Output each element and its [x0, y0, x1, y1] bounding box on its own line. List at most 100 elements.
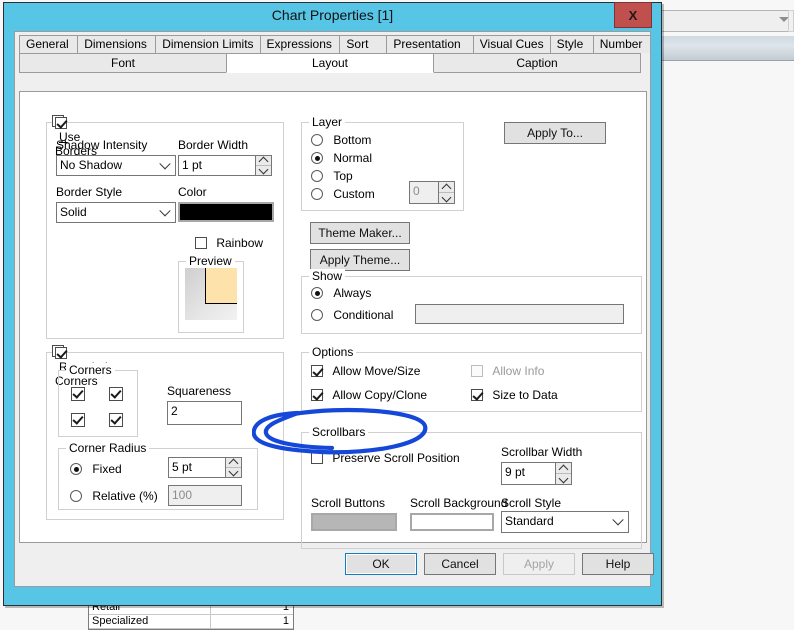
always-radio[interactable]	[311, 287, 323, 299]
border-style-select[interactable]: Solid	[56, 202, 176, 223]
preview-caption: Preview	[186, 254, 235, 268]
theme-maker-button[interactable]: Theme Maker...	[310, 222, 410, 244]
shadow-intensity-value: No Shadow	[60, 158, 123, 172]
show-caption: Show	[309, 269, 346, 283]
rounded-corners-checkbox[interactable]	[55, 347, 67, 359]
tab-presentation[interactable]: Presentation	[386, 35, 474, 53]
shadow-intensity-label: Shadow Intensity	[56, 138, 148, 152]
tab-caption[interactable]: Caption	[433, 53, 641, 73]
tab-visual-cues[interactable]: Visual Cues	[472, 35, 551, 53]
corner-radius-relative-option[interactable]: Relative (%)	[70, 489, 158, 503]
corner-checkbox-top-left[interactable]	[71, 387, 85, 401]
scrollbar-width-stepper[interactable]	[556, 462, 572, 485]
custom-layer-stepper[interactable]	[439, 181, 455, 204]
chevron-down-icon	[159, 204, 171, 216]
chevron-down-icon	[159, 157, 171, 169]
dialog-title: Chart Properties [1]	[271, 7, 394, 23]
border-width-input[interactable]: 1 pt	[178, 155, 256, 176]
stepper-down-icon[interactable]	[256, 164, 271, 175]
layer-option-top[interactable]: Top	[311, 169, 353, 183]
tab-dimensions[interactable]: Dimensions	[77, 35, 157, 53]
top-radio[interactable]	[311, 170, 323, 182]
tab-sort[interactable]: Sort	[339, 35, 388, 53]
table-row: Specialized 1	[89, 615, 293, 629]
allow-copy-clone-checkbox[interactable]	[311, 389, 323, 401]
relative-radius-input[interactable]: 100	[168, 485, 242, 506]
size-to-data-checkbox[interactable]	[471, 389, 483, 401]
corner-checkbox-bottom-left[interactable]	[71, 413, 85, 427]
table-cell-name: Specialized	[89, 615, 211, 628]
custom-layer-input[interactable]: 0	[409, 181, 439, 204]
stepper-down-icon[interactable]	[556, 473, 571, 484]
use-borders-caption: Use Borders	[52, 115, 97, 158]
relative-radio[interactable]	[70, 490, 82, 502]
squareness-label: Squareness	[167, 384, 232, 398]
fixed-radius-stepper[interactable]	[226, 457, 242, 478]
rainbow-label: Rainbow	[195, 236, 263, 250]
scroll-buttons-swatch[interactable]	[311, 513, 397, 531]
scroll-style-value: Standard	[505, 514, 554, 528]
fixed-radius-input[interactable]: 5 pt	[168, 457, 226, 478]
background-scrollbar[interactable]	[788, 10, 794, 32]
stepper-down-icon[interactable]	[226, 466, 241, 477]
allow-copy-clone-option[interactable]: Allow Copy/Clone	[311, 388, 427, 402]
scroll-background-label: Scroll Background	[410, 496, 508, 510]
tab-general[interactable]: General	[19, 35, 79, 53]
bottom-radio[interactable]	[311, 134, 323, 146]
close-button[interactable]: X	[614, 2, 652, 28]
tab-dimension-limits[interactable]: Dimension Limits	[155, 35, 261, 53]
apply-button: Apply	[503, 553, 575, 575]
use-borders-checkbox[interactable]	[55, 117, 67, 129]
preserve-scroll-position-option[interactable]: Preserve Scroll Position	[311, 451, 460, 465]
scrollbars-group: Scrollbars Preserve Scroll Position Scro…	[301, 425, 642, 549]
apply-to-button[interactable]: Apply To...	[504, 122, 606, 144]
conditional-radio[interactable]	[311, 309, 323, 321]
dialog-client-area: General Dimensions Dimension Limits Expr…	[14, 31, 654, 587]
rainbow-checkbox[interactable]	[195, 237, 207, 249]
custom-radio[interactable]	[311, 188, 323, 200]
allow-move-size-checkbox[interactable]	[311, 365, 323, 377]
tab-layout[interactable]: Layout	[226, 53, 434, 73]
help-button[interactable]: Help	[582, 553, 654, 575]
fixed-radio[interactable]	[70, 463, 82, 475]
table-cell-value: 1	[282, 615, 289, 627]
tab-font[interactable]: Font	[19, 53, 227, 73]
apply-theme-button[interactable]: Apply Theme...	[310, 249, 410, 271]
allow-move-size-option[interactable]: Allow Move/Size	[311, 364, 420, 378]
corner-checkbox-bottom-right[interactable]	[109, 413, 123, 427]
stepper-up-icon[interactable]	[439, 182, 454, 193]
layer-option-custom[interactable]: Custom	[311, 187, 375, 201]
normal-radio[interactable]	[311, 152, 323, 164]
corner-checkbox-top-right[interactable]	[109, 387, 123, 401]
tab-style[interactable]: Style	[549, 35, 594, 53]
preserve-scroll-position-checkbox[interactable]	[311, 452, 323, 464]
show-option-always[interactable]: Always	[311, 286, 371, 300]
conditional-expression-input[interactable]	[415, 304, 624, 324]
ok-button[interactable]: OK	[345, 553, 417, 575]
tabstrip-secondary: Font Layout Caption	[15, 53, 650, 73]
scrollbar-width-input[interactable]: 9 pt	[501, 462, 556, 485]
size-to-data-option[interactable]: Size to Data	[471, 388, 558, 402]
layer-option-normal[interactable]: Normal	[311, 151, 372, 165]
tab-number[interactable]: Number	[592, 35, 651, 53]
layer-caption: Layer	[309, 115, 346, 129]
stepper-up-icon[interactable]	[556, 463, 571, 474]
border-color-swatch[interactable]	[178, 202, 274, 222]
scrollbars-caption: Scrollbars	[309, 425, 369, 439]
corner-radius-fixed-option[interactable]: Fixed	[70, 462, 122, 476]
layer-group: Layer Bottom Normal Top Custom 0	[301, 115, 464, 211]
squareness-input[interactable]: 2	[167, 401, 242, 425]
border-width-stepper[interactable]	[256, 155, 272, 176]
cancel-button[interactable]: Cancel	[424, 553, 496, 575]
layer-option-bottom[interactable]: Bottom	[311, 133, 371, 147]
stepper-down-icon[interactable]	[439, 192, 454, 203]
scroll-background-swatch[interactable]	[410, 513, 494, 531]
show-option-conditional[interactable]: Conditional	[311, 308, 393, 322]
border-style-value: Solid	[60, 205, 87, 219]
shadow-intensity-select[interactable]: No Shadow	[56, 155, 176, 176]
tab-expressions[interactable]: Expressions	[259, 35, 341, 53]
scrollbar-width-label: Scrollbar Width	[501, 445, 583, 459]
dialog-titlebar[interactable]: Chart Properties [1] X	[4, 2, 661, 29]
layout-tab-panel: Use Borders Shadow Intensity No Shadow B…	[19, 91, 647, 549]
scroll-style-select[interactable]: Standard	[501, 511, 629, 533]
